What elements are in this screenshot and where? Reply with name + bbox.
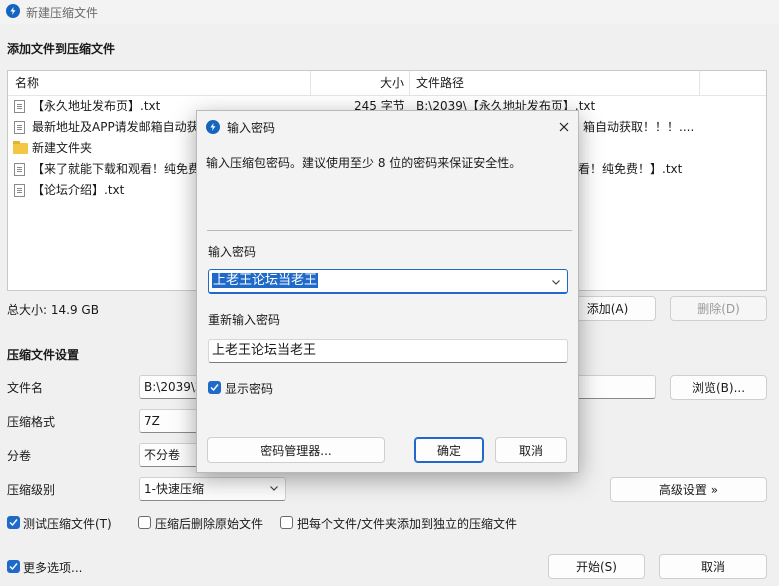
dialog-title: 输入密码 (227, 121, 276, 135)
folder-icon (13, 141, 28, 154)
file-name: 新建文件夹 (32, 141, 93, 155)
text-file-icon (14, 184, 25, 197)
app-logo-icon (6, 4, 20, 18)
browse-button[interactable]: 浏览(B)... (670, 375, 767, 400)
files-section-label: 添加文件到压缩文件 (7, 42, 116, 56)
window-title: 新建压缩文件 (26, 6, 99, 20)
split-value: 不分卷 (144, 448, 181, 462)
password-label: 输入密码 (208, 245, 257, 259)
advanced-settings-button[interactable]: 高级设置 » (610, 477, 767, 502)
separate-archives-checkbox[interactable] (280, 516, 293, 529)
title-bar: 新建压缩文件 (0, 0, 779, 24)
delete-after-label[interactable]: 压缩后删除原始文件 (155, 515, 263, 532)
show-password-checkbox[interactable] (208, 381, 221, 394)
password-input[interactable]: 上老王论坛当老王 (208, 269, 568, 294)
chevron-down-icon[interactable] (551, 277, 561, 287)
close-icon[interactable] (553, 117, 575, 137)
dialog-description: 输入压缩包密码。建议使用至少 8 位的密码来保证安全性。 (206, 156, 522, 170)
column-name-header[interactable]: 名称 (15, 71, 39, 95)
column-divider[interactable] (699, 71, 700, 95)
settings-section-label: 压缩文件设置 (7, 348, 80, 362)
level-value: 1-快速压缩 (144, 482, 204, 496)
test-archive-label[interactable]: 测试压缩文件(T) (23, 515, 112, 532)
file-list-header: 名称 大小 文件路径 (8, 71, 766, 96)
show-password-label[interactable]: 显示密码 (225, 380, 273, 397)
password-manager-button[interactable]: 密码管理器... (207, 437, 385, 463)
check-icon (9, 519, 18, 527)
confirm-password-label: 重新输入密码 (208, 313, 281, 327)
test-archive-checkbox[interactable] (7, 516, 20, 529)
file-name: 【永久地址发布页】.txt (32, 99, 161, 113)
format-label: 压缩格式 (7, 415, 56, 429)
file-name: 【来了就能下载和观看！纯免费 (32, 162, 201, 176)
chevron-down-icon (270, 486, 278, 491)
check-icon (9, 563, 18, 571)
dialog-title-bar: 输入密码 (197, 111, 578, 143)
column-divider[interactable] (409, 71, 410, 95)
cancel-button[interactable]: 取消 (659, 554, 767, 579)
level-select[interactable]: 1-快速压缩 (139, 477, 286, 501)
more-options-checkbox[interactable] (7, 560, 20, 573)
text-file-icon (14, 100, 25, 113)
total-size-label: 总大小: 14.9 GB (7, 303, 99, 317)
file-name: 【论坛介绍】.txt (32, 183, 125, 197)
file-path: 箱自动获取！！！.... (583, 120, 695, 134)
delete-after-checkbox[interactable] (138, 516, 151, 529)
password-dialog: 输入密码 输入压缩包密码。建议使用至少 8 位的密码来保证安全性。 输入密码 上… (196, 110, 579, 473)
confirm-password-input[interactable]: 上老王论坛当老王 (208, 339, 568, 363)
more-options-label[interactable]: 更多选项... (23, 559, 82, 576)
app-logo-icon (206, 120, 220, 134)
separate-archives-label[interactable]: 把每个文件/文件夹添加到独立的压缩文件 (297, 515, 517, 532)
check-icon (210, 384, 219, 392)
delete-button[interactable]: 删除(D) (670, 296, 767, 321)
dialog-divider (207, 230, 572, 231)
text-file-icon (14, 121, 25, 134)
column-divider[interactable] (310, 71, 311, 95)
format-value: 7Z (144, 414, 160, 428)
ok-button[interactable]: 确定 (414, 437, 484, 463)
filename-label: 文件名 (7, 381, 44, 395)
text-file-icon (14, 163, 25, 176)
dialog-cancel-button[interactable]: 取消 (495, 437, 567, 463)
column-path-header[interactable]: 文件路径 (416, 71, 464, 95)
file-path: 看！纯免费！】.txt (578, 162, 683, 176)
file-name: 最新地址及APP请发邮箱自动获 (32, 120, 199, 134)
column-size-header[interactable]: 大小 (380, 71, 404, 95)
split-label: 分卷 (7, 449, 32, 463)
password-value: 上老王论坛当老王 (212, 273, 319, 288)
start-button[interactable]: 开始(S) (548, 554, 645, 579)
level-label: 压缩级别 (7, 483, 56, 497)
